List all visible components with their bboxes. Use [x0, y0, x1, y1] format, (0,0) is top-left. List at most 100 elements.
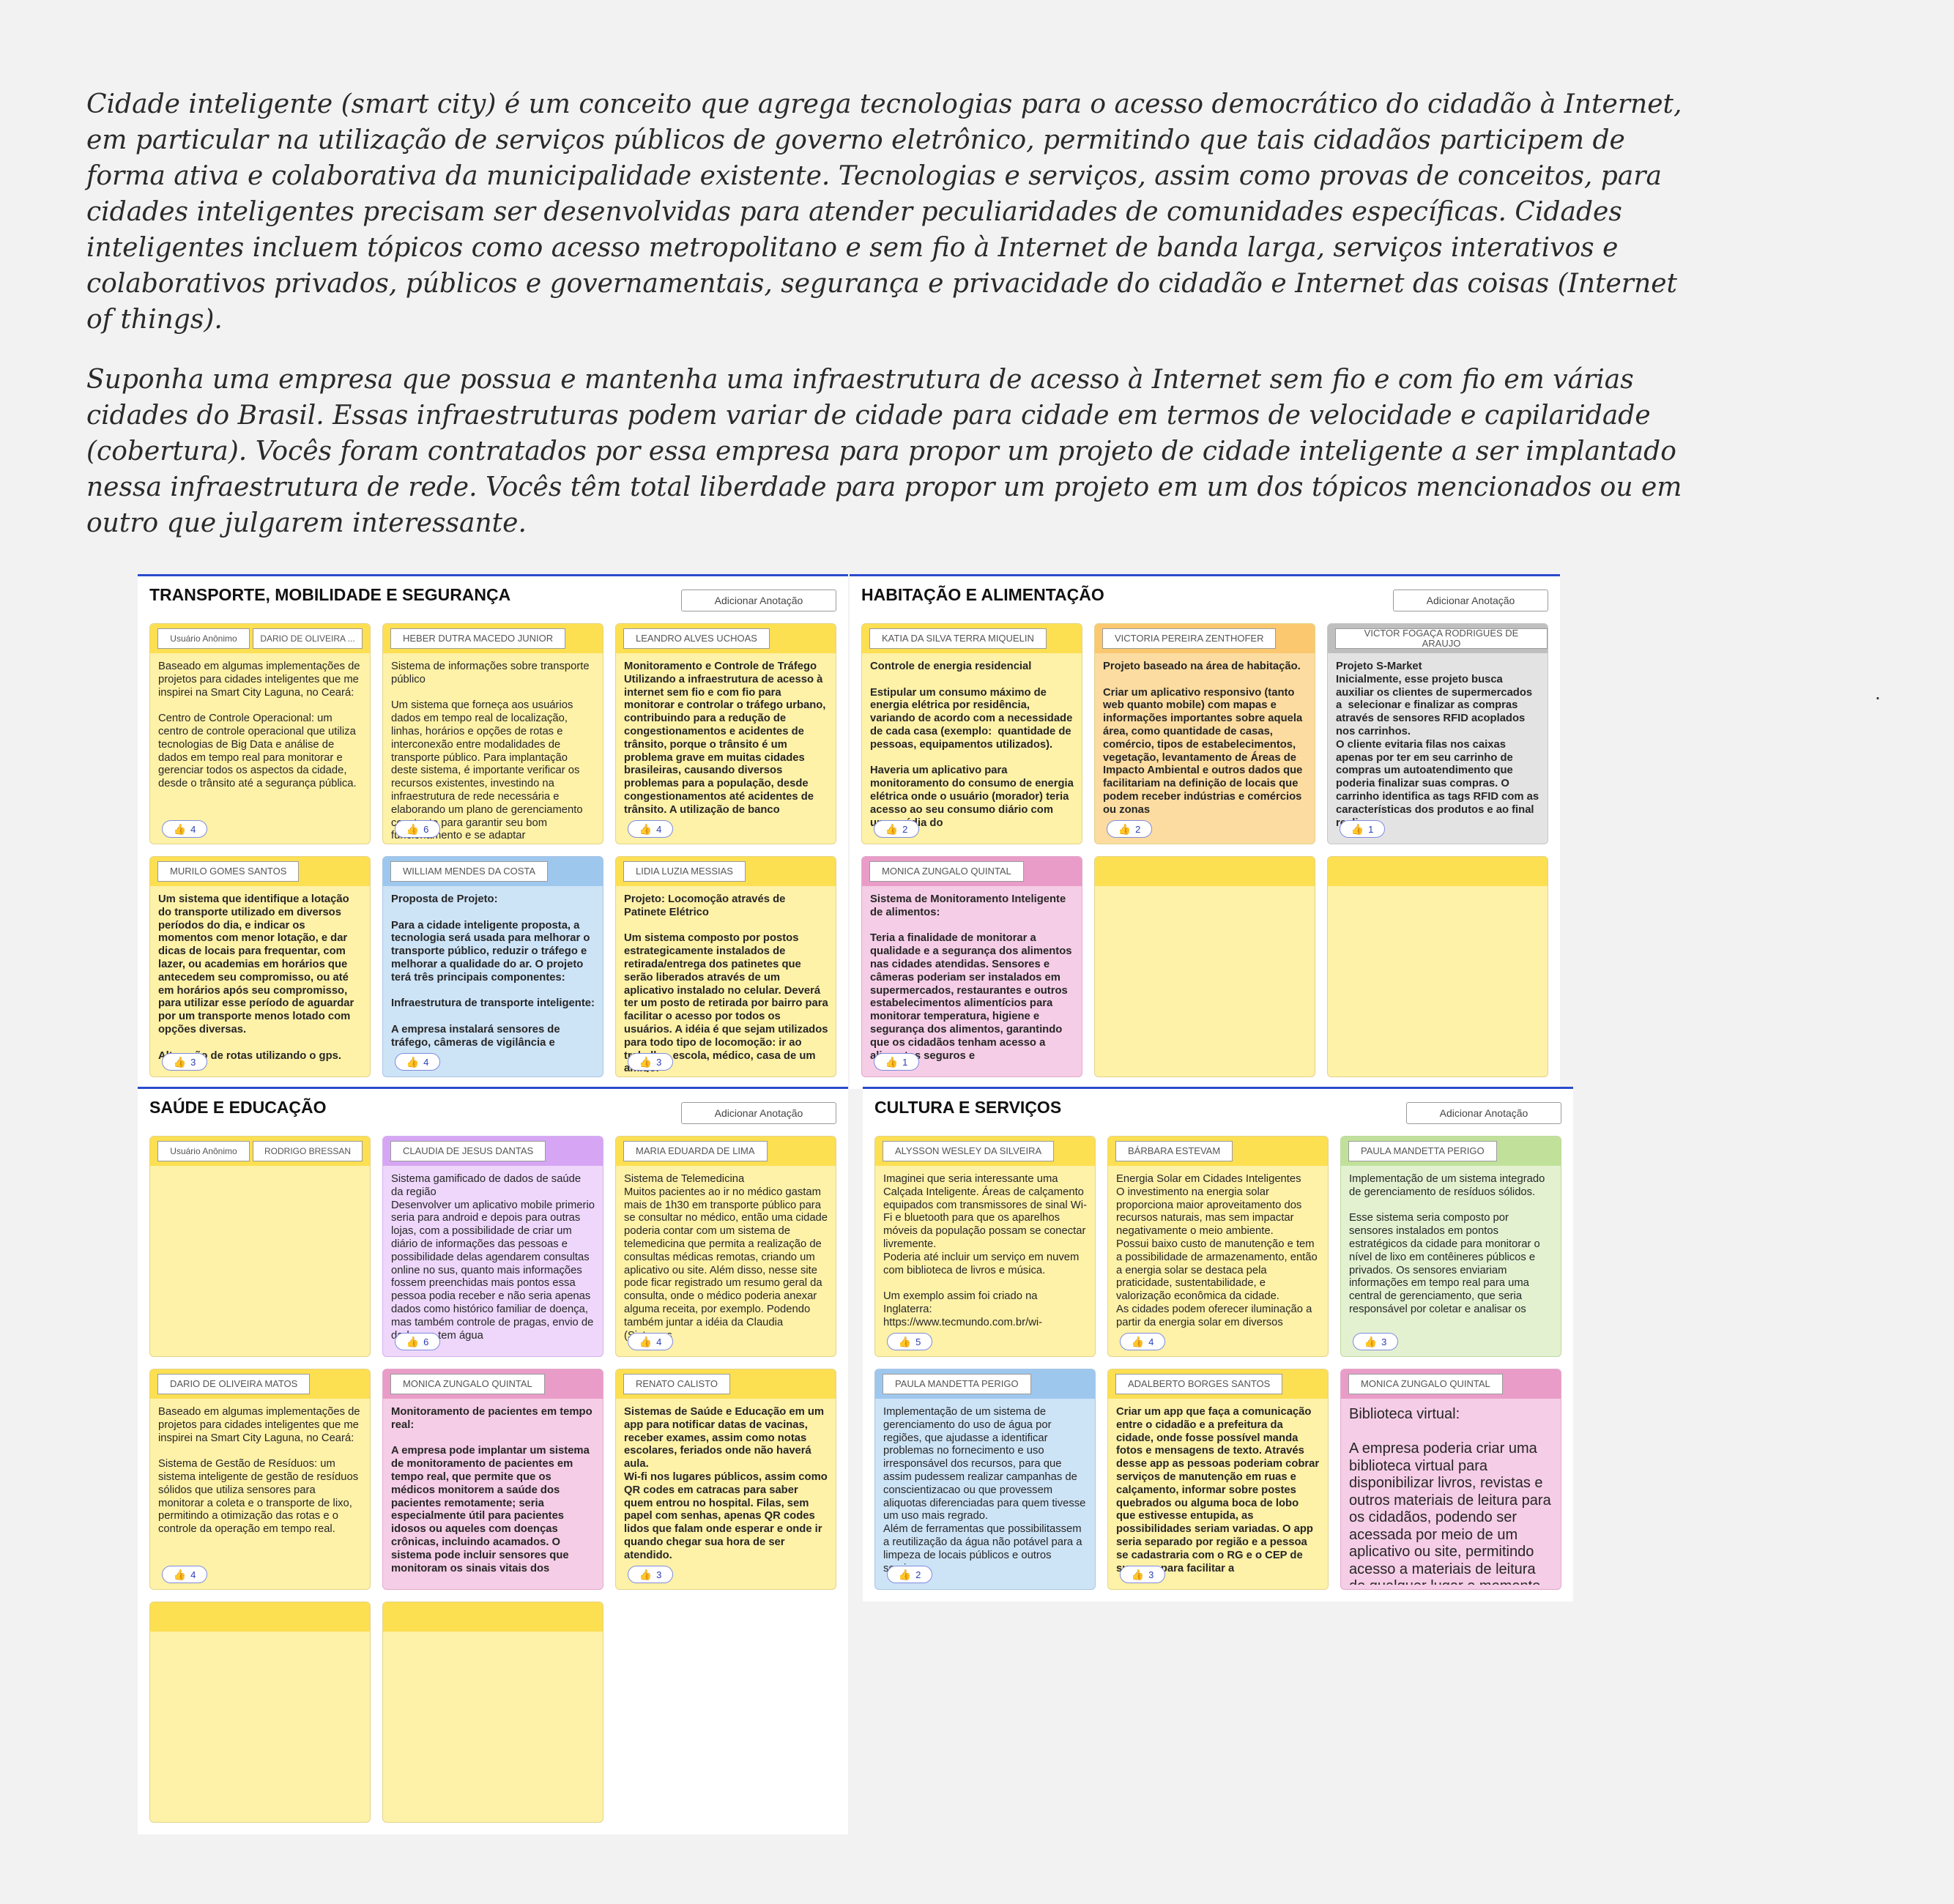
sticky-note[interactable]: DARIO DE OLIVEIRA MATOS Baseado em alguma… — [149, 1369, 371, 1590]
note-header: HEBER DUTRA MACEDO JUNIOR — [383, 624, 603, 653]
add-annotation-button[interactable]: Adicionar Anotação — [681, 1102, 836, 1124]
thumbs-up-icon: 👍 — [639, 822, 653, 835]
like-button[interactable]: 👍 4 — [628, 1333, 673, 1350]
like-button[interactable]: 👍 3 — [628, 1053, 673, 1071]
thumbs-up-icon: 👍 — [1118, 822, 1132, 835]
sticky-note[interactable]: VICTOR FOGAÇA RODRIGUES DE ARAUJO Projeto… — [1327, 623, 1548, 844]
thumbs-up-icon: 👍 — [639, 1568, 653, 1580]
author-tag: MURILO GOMES SANTOS — [157, 861, 300, 882]
like-count: 2 — [915, 1569, 921, 1580]
sticky-note[interactable]: Usuário Anônimo DARIO DE OLIVEIRA ... Base… — [149, 623, 371, 844]
like-button[interactable]: 👍 2 — [874, 820, 919, 838]
note-paragraph: Criar um app que faça a comunicação entr… — [1116, 1406, 1320, 1574]
sticky-note[interactable]: ALYSSON WESLEY DA SILVEIRA Imaginei que s… — [874, 1136, 1096, 1357]
thumbs-up-icon: 👍 — [885, 1055, 899, 1068]
like-button[interactable]: 👍 2 — [1107, 820, 1152, 838]
note-paragraph: Monitoramento e Controle de Tráfego Util… — [624, 661, 826, 816]
author-tag: VICTOR FOGAÇA RODRIGUES DE ARAUJO — [1335, 628, 1548, 649]
thumbs-up-icon: 👍 — [1131, 1335, 1145, 1347]
author-tag: ADALBERTO BORGES SANTOS — [1115, 1374, 1283, 1394]
like-button[interactable]: 👍 4 — [162, 1566, 207, 1583]
note-paragraph: Controle de energia residencial Estipula… — [870, 661, 1074, 829]
note-header: VICTORIA PEREIRA ZENTHOFER — [1095, 624, 1315, 653]
sticky-note[interactable]: VICTORIA PEREIRA ZENTHOFER Projeto basead… — [1094, 623, 1315, 844]
sticky-note[interactable]: PAULA MANDETTA PERIGO Implementação de um… — [1340, 1136, 1561, 1357]
note-text: Controle de energia residencial Estipula… — [870, 661, 1074, 839]
like-button[interactable]: 👍 4 — [395, 1053, 440, 1071]
note-text: Monitoramento de pacientes em tempo real… — [391, 1406, 595, 1585]
sticky-note[interactable]: LIDIA LUZIA MESSIAS Projeto: Locomoção at… — [615, 856, 836, 1077]
add-annotation-button[interactable]: Adicionar Anotação — [1406, 1102, 1561, 1124]
note-paragraph: Implementação de um sistema integrado de… — [1349, 1173, 1545, 1315]
intro-paragraph-2: Suponha uma empresa que possua e mantenh… — [86, 365, 1682, 538]
note-header: BÁRBARA ESTEVAM — [1108, 1137, 1328, 1166]
like-button[interactable]: 👍 1 — [1340, 820, 1385, 838]
thumbs-up-icon: 👍 — [173, 822, 187, 835]
note-paragraph: Proposta de Projeto: Para a cidade intel… — [391, 893, 595, 1049]
note-header: Usuário Anônimo DARIO DE OLIVEIRA ... — [150, 624, 370, 653]
sticky-note[interactable]: Usuário Anônimo RODRIGO BRESSAN — [149, 1136, 371, 1357]
like-button[interactable]: 👍 3 — [162, 1053, 207, 1071]
note-text: Imaginei que seria interessante uma Calç… — [883, 1173, 1088, 1352]
sticky-note[interactable]: ADALBERTO BORGES SANTOS Criar um app que … — [1107, 1369, 1329, 1590]
note-text: Energia Solar em Cidades Inteligentes O … — [1116, 1173, 1320, 1352]
author-tag: HEBER DUTRA MACEDO JUNIOR — [390, 628, 566, 649]
sticky-note[interactable] — [1327, 856, 1548, 1077]
thumbs-up-icon: 👍 — [1364, 1335, 1378, 1347]
note-paragraph: Sistema de informações sobre transporte … — [391, 661, 590, 839]
author-tag: PAULA MANDETTA PERIGO — [1348, 1141, 1497, 1161]
like-button[interactable]: 👍 4 — [162, 820, 207, 838]
like-button[interactable]: 👍 3 — [628, 1566, 673, 1583]
author-tag: MARIA EDUARDA DE LIMA — [623, 1141, 768, 1161]
board-transporte: TRANSPORTE, MOBILIDADE E SEGURANÇA Adici… — [138, 574, 848, 1089]
like-button[interactable]: 👍 4 — [628, 820, 673, 838]
note-header: PAULA MANDETTA PERIGO — [875, 1369, 1095, 1399]
sticky-note[interactable] — [382, 1602, 603, 1823]
sticky-note[interactable]: LEANDRO ALVES UCHOAS Monitoramento e Cont… — [615, 623, 836, 844]
like-button[interactable]: 👍 1 — [874, 1053, 919, 1071]
board-title: HABITAÇÃO E ALIMENTAÇÃO — [861, 585, 1104, 604]
like-button[interactable]: 👍 3 — [1353, 1333, 1398, 1350]
note-header: WILLIAM MENDES DA COSTA — [383, 857, 603, 886]
sticky-note[interactable]: MURILO GOMES SANTOS Um sistema que identi… — [149, 856, 371, 1077]
like-button[interactable]: 👍 3 — [1120, 1566, 1165, 1583]
sticky-note[interactable]: MARIA EDUARDA DE LIMA Sistema de Telemedi… — [615, 1136, 836, 1357]
author-tag: VICTORIA PEREIRA ZENTHOFER — [1102, 628, 1277, 649]
note-header: Usuário Anônimo RODRIGO BRESSAN — [150, 1137, 370, 1166]
like-count: 3 — [1148, 1569, 1154, 1580]
thumbs-up-icon: 👍 — [406, 1055, 420, 1068]
note-text: Criar um app que faça a comunicação entr… — [1116, 1406, 1320, 1585]
thumbs-up-icon: 👍 — [1351, 822, 1364, 835]
sticky-note[interactable]: CLAUDIA DE JESUS DANTAS Sistema gamificad… — [382, 1136, 603, 1357]
sticky-note[interactable] — [1094, 856, 1315, 1077]
board-cultura: CULTURA E SERVIÇOS Adicionar Anotação AL… — [863, 1087, 1573, 1602]
add-annotation-button[interactable]: Adicionar Anotação — [681, 590, 836, 611]
like-count: 4 — [656, 1336, 662, 1347]
like-count: 4 — [190, 1569, 196, 1580]
sticky-note[interactable]: KATIA DA SILVA TERRA MIQUELIN Controle de… — [861, 623, 1082, 844]
sticky-note[interactable]: BÁRBARA ESTEVAM Energia Solar em Cidades … — [1107, 1136, 1329, 1357]
note-header: ADALBERTO BORGES SANTOS — [1108, 1369, 1328, 1399]
sticky-note[interactable]: PAULA MANDETTA PERIGO Implementação de um… — [874, 1369, 1096, 1590]
like-count: 6 — [423, 1336, 429, 1347]
like-button[interactable]: 👍 5 — [887, 1333, 932, 1350]
like-button[interactable]: 👍 4 — [1120, 1333, 1165, 1350]
like-button[interactable]: 👍 6 — [395, 820, 440, 838]
thumbs-up-icon: 👍 — [898, 1335, 912, 1347]
sticky-note[interactable]: MONICA ZUNGALO QUINTAL Monitoramento de p… — [382, 1369, 603, 1590]
thumbs-up-icon: 👍 — [173, 1055, 187, 1068]
like-count: 5 — [915, 1336, 921, 1347]
sticky-note[interactable]: RENATO CALISTO Sistemas de Saúde e Educaç… — [615, 1369, 836, 1590]
sticky-note[interactable]: HEBER DUTRA MACEDO JUNIOR Sistema de info… — [382, 623, 603, 844]
add-annotation-button[interactable]: Adicionar Anotação — [1393, 590, 1548, 611]
author-tag: CLAUDIA DE JESUS DANTAS — [390, 1141, 546, 1161]
sticky-note[interactable]: MONICA ZUNGALO QUINTAL Sistema de Monitor… — [861, 856, 1082, 1077]
note-header: VICTOR FOGAÇA RODRIGUES DE ARAUJO — [1328, 624, 1548, 653]
like-button[interactable]: 👍 6 — [395, 1333, 440, 1350]
sticky-note[interactable]: WILLIAM MENDES DA COSTA Proposta de Proje… — [382, 856, 603, 1077]
like-button[interactable]: 👍 2 — [887, 1566, 932, 1583]
sticky-note[interactable]: MONICA ZUNGALO QUINTAL Biblioteca virtual… — [1340, 1369, 1561, 1590]
author-tag: DARIO DE OLIVEIRA ... — [253, 628, 363, 649]
sticky-note[interactable] — [149, 1602, 371, 1823]
board-title: CULTURA E SERVIÇOS — [874, 1098, 1062, 1117]
